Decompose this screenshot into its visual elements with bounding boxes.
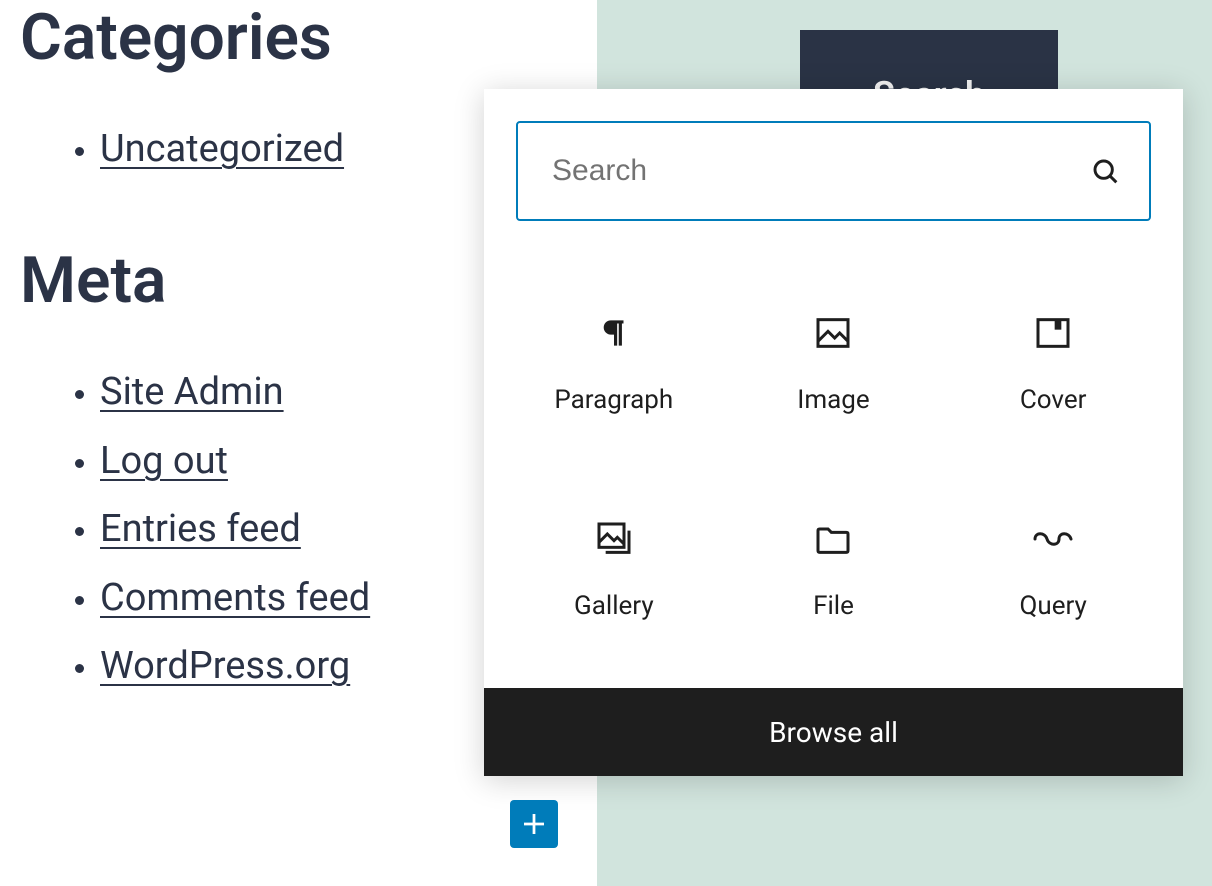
plus-icon: [519, 809, 549, 839]
categories-heading: Categories: [20, 0, 500, 75]
list-item: WordPress.org: [100, 632, 500, 700]
search-field-wrap: [516, 121, 1151, 221]
meta-link-site-admin[interactable]: Site Admin: [100, 370, 284, 414]
image-icon: [813, 313, 853, 353]
search-icon[interactable]: [1085, 151, 1125, 191]
query-icon: [1033, 519, 1073, 559]
meta-link-comments-feed[interactable]: Comments feed: [100, 576, 370, 620]
block-label: Query: [1019, 591, 1086, 621]
browse-all-button[interactable]: Browse all: [484, 688, 1183, 776]
gallery-icon: [594, 519, 634, 559]
blocks-grid: Paragraph Image Cover: [484, 221, 1183, 688]
cover-icon: [1033, 313, 1073, 353]
paragraph-icon: [594, 313, 634, 353]
block-inserter-panel: Paragraph Image Cover: [484, 89, 1183, 776]
list-item: Entries feed: [100, 495, 500, 563]
categories-list: Uncategorized: [20, 115, 500, 183]
sidebar: Categories Uncategorized Meta Site Admin…: [20, 0, 500, 700]
block-item-image[interactable]: Image: [724, 261, 944, 467]
meta-heading: Meta: [20, 243, 500, 318]
list-item: Comments feed: [100, 564, 500, 632]
categories-section: Categories Uncategorized: [20, 0, 500, 183]
meta-list: Site Admin Log out Entries feed Comments…: [20, 358, 500, 700]
block-label: Image: [797, 385, 869, 415]
inserter-search-area: [484, 89, 1183, 221]
block-item-query[interactable]: Query: [943, 467, 1163, 673]
block-item-paragraph[interactable]: Paragraph: [504, 261, 724, 467]
add-block-button[interactable]: [510, 800, 558, 848]
block-label: Paragraph: [554, 385, 673, 415]
block-item-cover[interactable]: Cover: [943, 261, 1163, 467]
meta-link-entries-feed[interactable]: Entries feed: [100, 507, 301, 551]
list-item: Log out: [100, 427, 500, 495]
meta-link-log-out[interactable]: Log out: [100, 439, 228, 483]
meta-link-wordpress-org[interactable]: WordPress.org: [100, 644, 350, 688]
list-item: Site Admin: [100, 358, 500, 426]
list-item: Uncategorized: [100, 115, 500, 183]
search-input[interactable]: [550, 122, 1085, 220]
block-item-gallery[interactable]: Gallery: [504, 467, 724, 673]
file-icon: [813, 519, 853, 559]
block-label: File: [813, 591, 854, 621]
block-item-file[interactable]: File: [724, 467, 944, 673]
block-label: Cover: [1020, 385, 1087, 415]
meta-section: Meta Site Admin Log out Entries feed Com…: [20, 243, 500, 700]
block-label: Gallery: [574, 591, 654, 621]
browse-all-label: Browse all: [769, 716, 898, 749]
category-link-uncategorized[interactable]: Uncategorized: [100, 127, 344, 171]
